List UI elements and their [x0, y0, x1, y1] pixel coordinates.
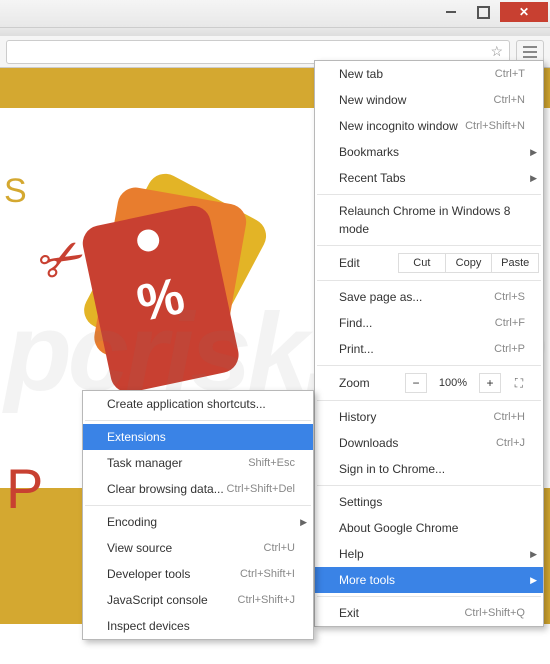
menu-edit-row: Edit Cut Copy Paste — [315, 249, 543, 277]
title-fragment: P — [6, 456, 43, 521]
menu-zoom-row: Zoom − 100% + ⛶ — [315, 369, 543, 397]
menu-recent-tabs[interactable]: Recent Tabs▶ — [315, 165, 543, 191]
chevron-right-icon: ▶ — [300, 513, 307, 531]
submenu-dev-tools[interactable]: Developer toolsCtrl+Shift+I — [83, 561, 313, 587]
zoom-in-button[interactable]: + — [479, 373, 501, 393]
close-button[interactable] — [500, 2, 548, 22]
menu-bookmarks[interactable]: Bookmarks▶ — [315, 139, 543, 165]
separator — [85, 505, 311, 506]
menu-about[interactable]: About Google Chrome — [315, 515, 543, 541]
menu-relaunch-win8[interactable]: Relaunch Chrome in Windows 8 mode — [315, 198, 543, 242]
cut-button[interactable]: Cut — [398, 253, 446, 273]
menu-history[interactable]: HistoryCtrl+H — [315, 404, 543, 430]
titlebar — [0, 0, 550, 28]
zoom-value: 100% — [433, 377, 473, 389]
separator — [317, 365, 541, 366]
submenu-task-manager[interactable]: Task managerShift+Esc — [83, 450, 313, 476]
separator — [317, 596, 541, 597]
zoom-out-button[interactable]: − — [405, 373, 427, 393]
separator — [317, 280, 541, 281]
chevron-right-icon: ▶ — [530, 143, 537, 161]
tab-strip — [0, 28, 550, 36]
menu-find[interactable]: Find...Ctrl+F — [315, 310, 543, 336]
bookmark-star-icon[interactable]: ☆ — [490, 43, 503, 60]
separator — [317, 400, 541, 401]
menu-print[interactable]: Print...Ctrl+P — [315, 336, 543, 362]
separator — [317, 194, 541, 195]
paste-button[interactable]: Paste — [491, 253, 539, 273]
zoom-label: Zoom — [339, 376, 399, 390]
maximize-button[interactable] — [468, 2, 498, 22]
submenu-extensions[interactable]: Extensions — [83, 424, 313, 450]
submenu-view-source[interactable]: View sourceCtrl+U — [83, 535, 313, 561]
menu-new-window[interactable]: New windowCtrl+N — [315, 87, 543, 113]
submenu-js-console[interactable]: JavaScript consoleCtrl+Shift+J — [83, 587, 313, 613]
submenu-encoding[interactable]: Encoding▶ — [83, 509, 313, 535]
menu-help[interactable]: Help▶ — [315, 541, 543, 567]
minimize-button[interactable] — [436, 2, 466, 22]
copy-button[interactable]: Copy — [445, 253, 493, 273]
separator — [85, 420, 311, 421]
submenu-inspect-devices[interactable]: Inspect devices — [83, 613, 313, 639]
menu-more-tools[interactable]: More tools▶ — [315, 567, 543, 593]
more-tools-submenu: Create application shortcuts... Extensio… — [82, 390, 314, 640]
chevron-right-icon: ▶ — [530, 571, 537, 589]
chevron-right-icon: ▶ — [530, 545, 537, 563]
submenu-clear-data[interactable]: Clear browsing data...Ctrl+Shift+Del — [83, 476, 313, 502]
separator — [317, 245, 541, 246]
menu-incognito[interactable]: New incognito windowCtrl+Shift+N — [315, 113, 543, 139]
chevron-right-icon: ▶ — [530, 169, 537, 187]
menu-new-tab[interactable]: New tabCtrl+T — [315, 61, 543, 87]
edit-label: Edit — [339, 256, 399, 270]
chrome-main-menu: New tabCtrl+T New windowCtrl+N New incog… — [314, 60, 544, 627]
separator — [317, 485, 541, 486]
menu-downloads[interactable]: DownloadsCtrl+J — [315, 430, 543, 456]
menu-signin[interactable]: Sign in to Chrome... — [315, 456, 543, 482]
menu-exit[interactable]: ExitCtrl+Shift+Q — [315, 600, 543, 626]
submenu-create-shortcuts[interactable]: Create application shortcuts... — [83, 391, 313, 417]
menu-save-page[interactable]: Save page as...Ctrl+S — [315, 284, 543, 310]
menu-settings[interactable]: Settings — [315, 489, 543, 515]
fullscreen-button[interactable]: ⛶ — [507, 376, 531, 391]
heading-fragment: S — [4, 172, 27, 211]
